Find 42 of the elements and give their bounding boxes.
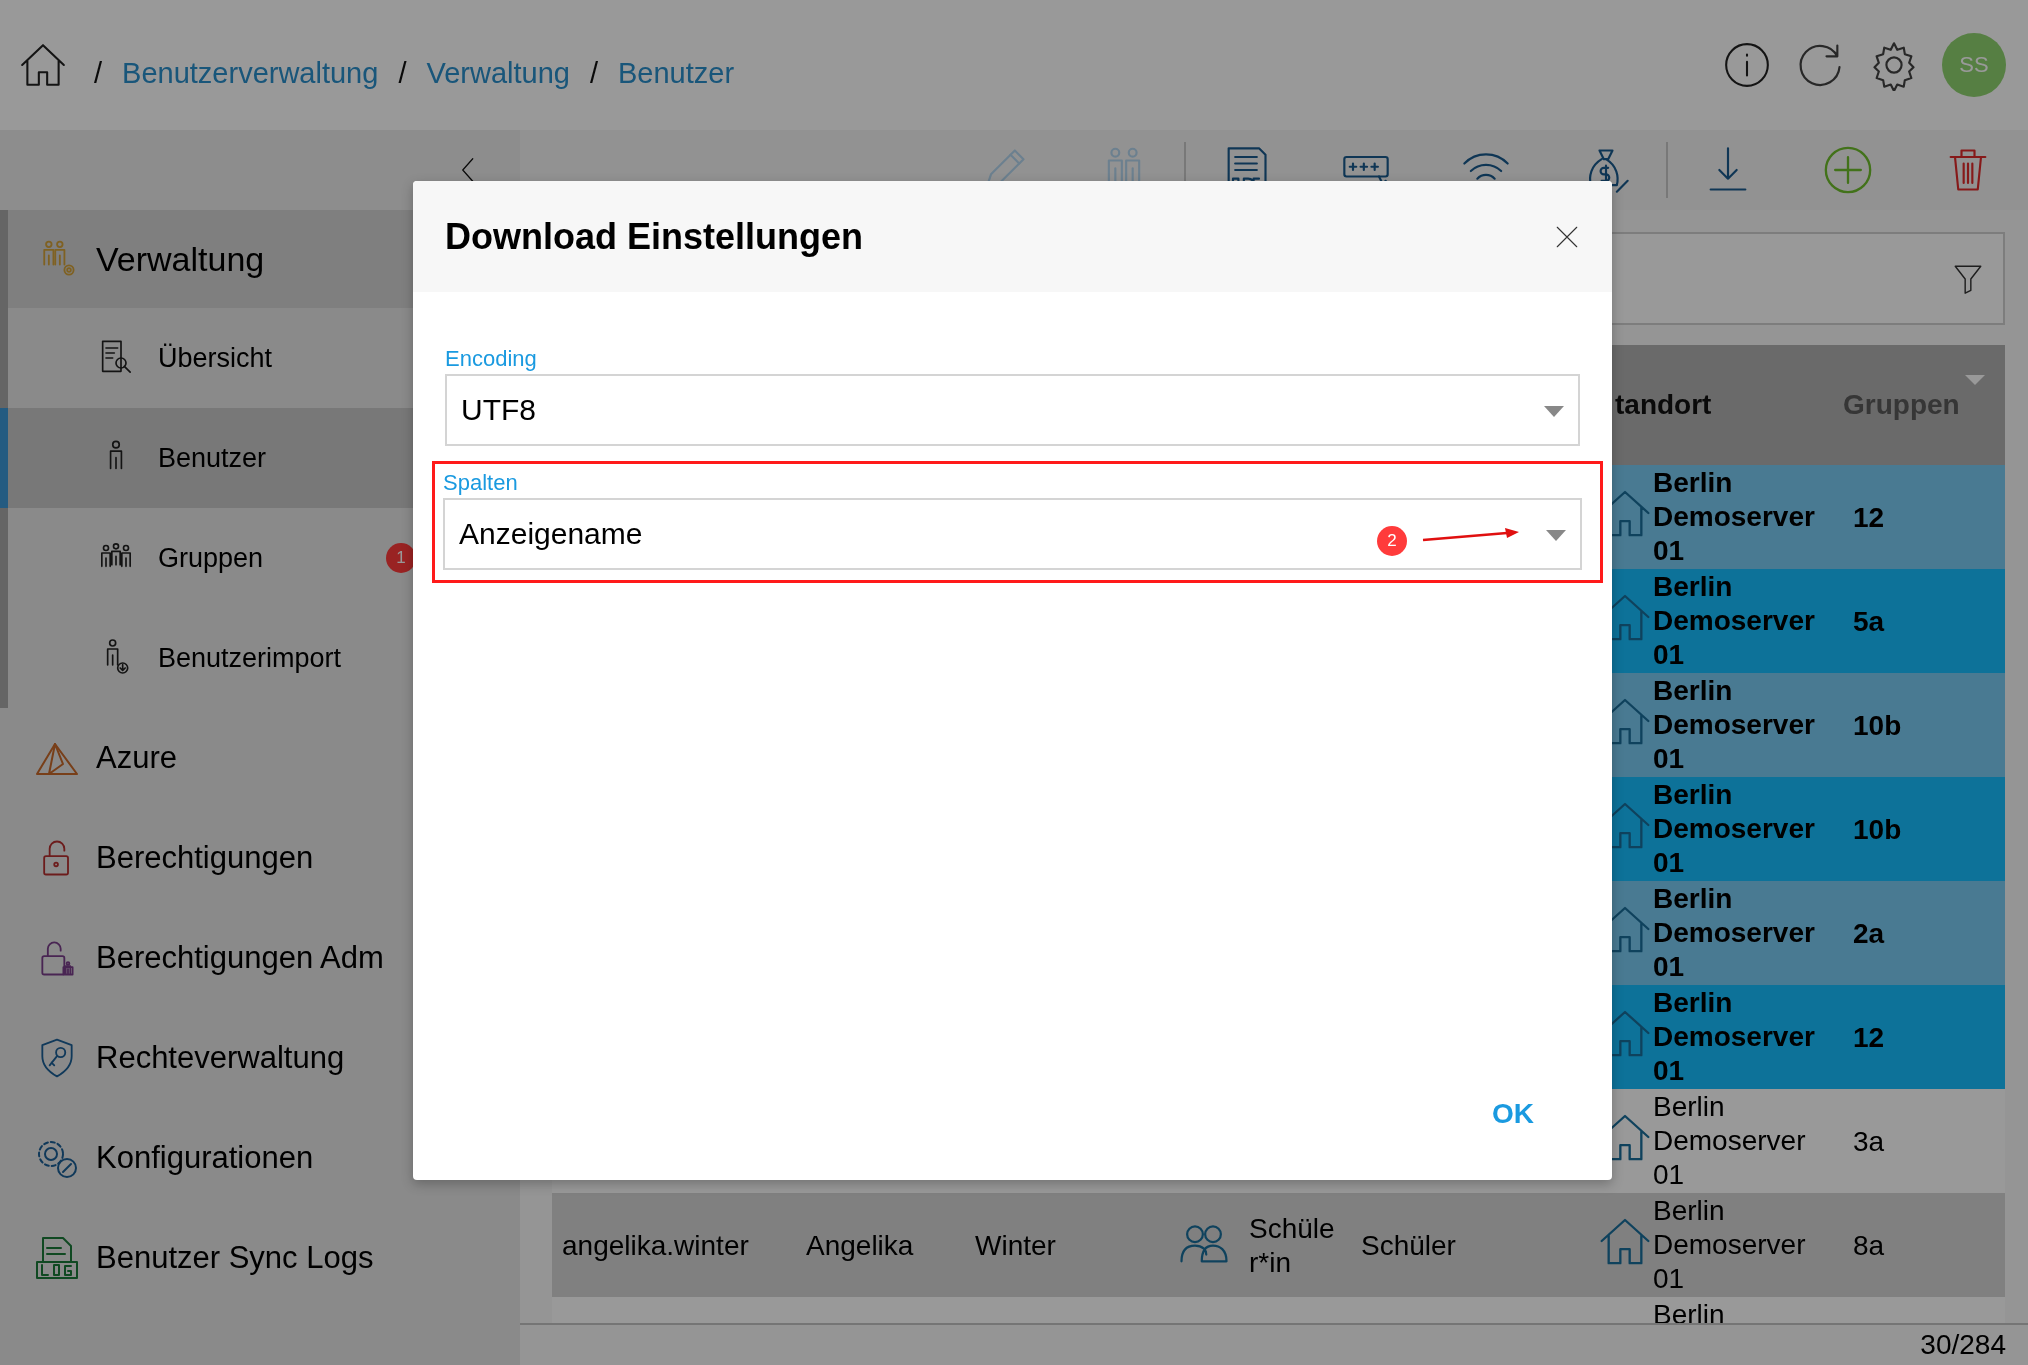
table-cell-text: Berlin Demoserver 01	[1652, 1194, 1807, 1296]
sidebar-item[interactable]: Azure	[0, 708, 520, 808]
table-cell-text: Berlin Demoserver 01	[1652, 882, 1816, 984]
field-label: Encoding	[445, 346, 538, 372]
sidebar-item[interactable]: Benutzerimport	[0, 608, 520, 708]
table-cell-text: Berlin Demoserver 01	[1652, 570, 1816, 672]
annotation-badge: 2	[1377, 526, 1407, 556]
table-cell-text: 5a	[1852, 604, 1886, 639]
field-label: Spalten	[443, 470, 519, 496]
row-count: 30/284	[1920, 1329, 2006, 1361]
table-cell-text: Berlin Demoserver 01	[1652, 1090, 1807, 1192]
breadcrumb-separator: /	[398, 56, 407, 90]
sidebar-item[interactable]: Konfigurationen	[0, 1108, 520, 1208]
table-cell-text: 12	[1852, 1020, 1886, 1055]
ok-button[interactable]: OK	[1474, 1088, 1552, 1140]
sidebar-item[interactable]: Benutzer Sync Logs	[0, 1208, 520, 1308]
dropdown-field[interactable]: Anzeigename 2	[443, 498, 1582, 570]
annotation-badge: 1	[386, 543, 416, 573]
table-cell-text: Schüler	[1360, 1228, 1457, 1263]
table-cell-text: 2a	[1852, 916, 1886, 951]
table-cell-text: Berlin Demoserver 01	[1652, 986, 1816, 1088]
sidebar-item[interactable]: Rechteverwaltung	[0, 1008, 520, 1108]
breadcrumb-separator: /	[94, 56, 103, 90]
table-cell-text: 8a	[1852, 1228, 1886, 1263]
sidebar-item[interactable]: Berechtigungen	[0, 808, 520, 908]
table-cell-text: 10b	[1852, 708, 1903, 743]
breadcrumb-separator: /	[589, 56, 598, 90]
table-cell-text: Berlin Demoserver 01	[1652, 778, 1816, 880]
table-cell-text: 12	[1852, 500, 1886, 535]
table-cell-text: Winter	[974, 1228, 1057, 1263]
table-cell-text: 10b	[1852, 812, 1903, 847]
info-icon[interactable]	[1722, 40, 1772, 90]
caret-icon[interactable]	[1546, 530, 1566, 542]
table-cell-text: Schüler*in	[1248, 1211, 1336, 1280]
table-cell-text: 3a	[1852, 1124, 1886, 1159]
table-cell-text: Berlin Demoserver 01	[1652, 674, 1816, 776]
table-cell-text: Berlin Demoserver 01	[1652, 466, 1816, 568]
sidebar-item[interactable]: Berechtigungen Adm	[0, 908, 520, 1008]
table-cell-text: angelika.winter	[561, 1228, 750, 1263]
table-cell-text: Angelika	[805, 1228, 915, 1263]
caret-icon[interactable]	[1544, 406, 1564, 418]
dropdown-field[interactable]: UTF8	[445, 374, 1580, 446]
